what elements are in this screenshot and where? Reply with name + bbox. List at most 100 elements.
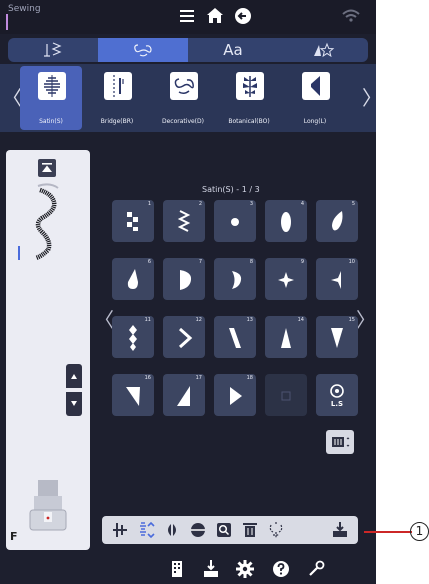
move-to-top-icon [42,163,52,172]
botanical-icon [236,72,264,100]
pattern-number: 9 [300,259,304,265]
pattern-tile[interactable]: 18 [214,374,256,416]
scroll-up-button[interactable] [66,364,82,388]
pattern-number: 13 [246,317,253,323]
presser-foot-code: F [10,530,18,543]
display-mode-button[interactable] [326,430,354,454]
edit-toolbar [102,516,358,544]
pattern-tile[interactable]: 13 [214,316,256,358]
tool-icon[interactable] [306,558,328,580]
subcategory-label: Bridge(BR) [100,118,134,125]
tab-my-stitches[interactable] [278,38,368,62]
status-bar: Sewing [0,0,376,34]
stitch-preview-panel: F [6,150,90,550]
pattern-number: 4 [300,201,304,207]
tab-character-label: Aa [223,41,243,59]
subcategory-row: 〈 Satin(S) Bridge(BR) Decorative(D) Bota… [0,64,376,132]
subcategory-botanical[interactable]: Botanical(BO) [218,66,280,130]
subcategory-label: Long(L) [303,118,327,125]
mirror-icon[interactable] [110,520,130,540]
pattern-number: 7 [198,259,202,265]
mode-label: Sewing [8,4,41,14]
return-icon[interactable] [232,5,254,27]
menu-icon[interactable] [176,5,198,27]
download-icon[interactable] [200,558,222,580]
pattern-tile[interactable]: 14 [265,316,307,358]
long-stitch-label: L.S [330,400,344,408]
pattern-number: 1 [147,201,151,207]
combine-icon[interactable] [266,520,286,540]
elongation-icon[interactable] [136,520,156,540]
pattern-next-page-arrow[interactable]: 〉 [356,304,376,333]
pattern-number: 5 [351,201,355,207]
subcategory-satin[interactable]: Satin(S) [20,66,82,130]
pattern-tile[interactable]: 15 [316,316,358,358]
triangle-down-icon [71,401,77,406]
subcategory-label: Decorative(D) [162,118,204,125]
category-tabs: Aa [8,38,368,62]
subcategory-bridge[interactable]: Bridge(BR) [86,66,148,130]
pattern-number: 3 [249,201,253,207]
move-to-top-button[interactable] [38,159,56,177]
pattern-number: 10 [348,259,355,265]
tab-utility-stitches[interactable] [8,38,98,62]
my-stitch-icon [314,42,335,58]
pattern-tile[interactable]: 3 [214,200,256,242]
subcategory-decorative[interactable]: Decorative(D) [152,66,214,130]
stitch-preview-image [35,183,59,260]
pattern-number: 6 [147,259,151,265]
pattern-tile[interactable]: 5 [316,200,358,242]
subcategory-label: Satin(S) [39,118,63,125]
density-icon[interactable] [188,520,208,540]
pattern-number: 2 [198,201,202,207]
scroll-down-button[interactable] [66,392,82,416]
delete-icon[interactable] [240,520,260,540]
pattern-prev-page-arrow[interactable]: 〈 [94,304,114,333]
subcategory-next-arrow[interactable]: 〉 [362,88,376,108]
pattern-grid: 1 2 3 4 5 6 7 8 9 10 11 12 13 14 15 16 1… [112,200,358,420]
pattern-tile[interactable]: 7 [163,258,205,300]
pattern-tile[interactable]: 6 [112,258,154,300]
sewing-position-cursor [18,246,20,260]
pattern-tile-long-stitch[interactable]: L.S [316,374,358,416]
subcategory-label: Botanical(BO) [228,118,270,125]
column-view-icon [332,437,350,447]
zoom-icon[interactable] [214,520,234,540]
set-icon[interactable] [330,520,350,540]
decorative-stitch-icon [134,44,152,57]
subcategory-prev-arrow[interactable]: 〈 [2,88,22,108]
subcategory-long[interactable]: Long(L) [284,66,346,130]
bottom-navigation [0,554,376,584]
help-icon[interactable] [270,558,292,580]
pattern-tile[interactable]: 4 [265,200,307,242]
pattern-tile[interactable]: 8 [214,258,256,300]
settings-icon[interactable] [234,558,256,580]
bridge-icon [104,72,132,100]
pattern-tile[interactable]: 17 [163,374,205,416]
pattern-tile[interactable]: 12 [163,316,205,358]
pattern-list-icon[interactable] [166,558,188,580]
triangle-up-icon [71,374,77,379]
tab-character-stitches[interactable]: Aa [188,38,278,62]
pattern-tile[interactable]: 9 [265,258,307,300]
pattern-number: 8 [249,259,253,265]
machine-screen: Sewing Aa 〈 Satin(S) Bridge(BR) Decorati… [0,0,376,584]
symmetry-icon[interactable] [162,520,182,540]
wifi-icon [342,9,360,22]
pattern-number: 16 [144,375,151,381]
pattern-tile[interactable]: 2 [163,200,205,242]
pattern-tile[interactable]: 16 [112,374,154,416]
pattern-tile-empty [265,374,307,416]
pattern-number: 11 [144,317,151,323]
home-icon[interactable] [204,5,226,27]
pattern-tile[interactable]: 1 [112,200,154,242]
satin-icon [38,72,66,100]
pattern-tile[interactable]: 11 [112,316,154,358]
page-indicator: Satin(S) - 1 / 3 [202,185,260,194]
pattern-number: 14 [297,317,304,323]
pattern-tile[interactable]: 10 [316,258,358,300]
callout-number: 1 [410,522,429,541]
tab-decorative-stitches[interactable] [98,38,188,62]
long-stitch-toggle-icon [330,384,344,398]
utility-stitch-icon [44,42,62,57]
